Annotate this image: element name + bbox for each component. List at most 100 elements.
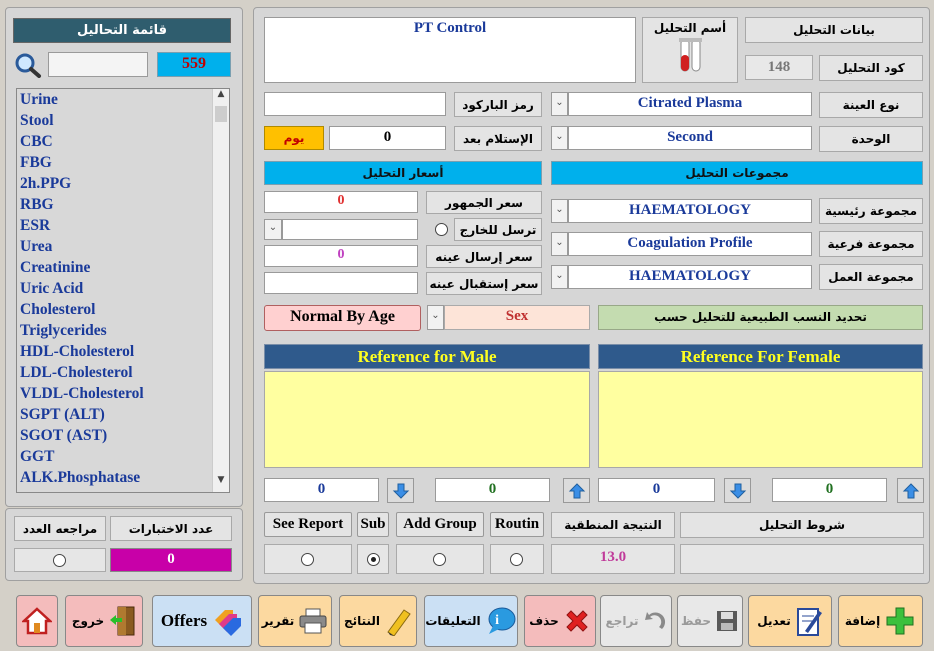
save-button[interactable]: حفظ (677, 595, 743, 647)
female-ref-left-input[interactable]: 0 (598, 478, 715, 502)
female-ref-up-icon[interactable] (897, 478, 924, 503)
list-item[interactable]: Cholesterol (17, 299, 213, 320)
scroll-up-icon[interactable]: ▲ (213, 89, 229, 106)
comments-button[interactable]: i التعليقات (424, 595, 518, 647)
send-out-dropdown-icon[interactable]: ⌄ (264, 219, 282, 240)
scroll-thumb[interactable] (215, 106, 227, 122)
send-out-radio[interactable] (435, 223, 448, 236)
add-group-radio[interactable] (433, 553, 446, 566)
work-group-dropdown-icon[interactable]: ⌄ (551, 265, 568, 289)
list-item[interactable]: HDL-Cholesterol (17, 341, 213, 362)
results-button[interactable]: النتائج (339, 595, 417, 647)
send-out-label: ترسل للخارج (454, 218, 542, 241)
receive-sample-price-input[interactable] (264, 272, 418, 294)
list-item[interactable]: Uric Acid (17, 278, 213, 299)
logical-result-value[interactable]: 13.0 (551, 544, 675, 574)
routin-radio[interactable] (510, 553, 523, 566)
work-group-field[interactable]: HAEMATOLOGY (568, 265, 812, 289)
test-code-value: 148 (745, 55, 813, 80)
exit-button[interactable]: خروج (65, 595, 143, 647)
male-reference-text[interactable] (264, 371, 590, 468)
list-item[interactable]: FBG (17, 152, 213, 173)
pencil-icon (387, 609, 411, 636)
sub-group-dropdown-icon[interactable]: ⌄ (551, 232, 568, 256)
main-group-field[interactable]: HAEMATOLOGY (568, 199, 812, 223)
add-label: إضافة (844, 614, 881, 628)
list-scrollbar[interactable]: ▲ ▼ (212, 89, 229, 492)
delete-button[interactable]: حذف (524, 595, 596, 647)
male-ref-up-icon[interactable] (563, 478, 590, 503)
comments-label: التعليقات (425, 614, 481, 628)
list-item[interactable]: SGOT (AST) (17, 425, 213, 446)
list-item[interactable]: Urea (17, 236, 213, 257)
list-item[interactable]: SGPT (ALT) (17, 404, 213, 425)
female-ref-down-icon[interactable] (724, 478, 751, 503)
save-disk-icon (717, 611, 738, 631)
list-item[interactable]: Triglycerides (17, 320, 213, 341)
list-item[interactable]: ALK.Phosphatase (17, 467, 213, 488)
list-item[interactable]: ESR (17, 215, 213, 236)
female-ref-right-input[interactable]: 0 (772, 478, 887, 502)
review-count-radio[interactable] (53, 554, 66, 567)
main-group-dropdown-icon[interactable]: ⌄ (551, 199, 568, 223)
send-sample-price-input[interactable]: 0 (264, 245, 418, 267)
review-count-label: مراجعه العدد (14, 516, 106, 541)
list-item[interactable]: VLDL-Cholesterol (17, 383, 213, 404)
save-label: حفظ (680, 614, 712, 628)
unit-field[interactable]: Second (568, 126, 812, 150)
printer-icon (299, 608, 327, 634)
undo-label: تراجع (605, 614, 639, 628)
add-button[interactable]: إضافة (838, 595, 923, 647)
tags-icon (215, 610, 242, 636)
list-item[interactable]: Stool (17, 110, 213, 131)
sample-type-dropdown-icon[interactable]: ⌄ (551, 92, 568, 116)
day-badge: يوم (264, 126, 324, 150)
search-input[interactable] (48, 52, 148, 77)
work-group-label: مجموعة العمل (819, 264, 923, 290)
conditions-field[interactable] (680, 544, 924, 574)
search-icon[interactable] (14, 52, 42, 78)
edit-notepad-icon (796, 608, 822, 636)
receive-after-input[interactable]: 0 (329, 126, 446, 150)
report-button[interactable]: تقرير (258, 595, 332, 647)
plus-icon (886, 607, 914, 635)
normal-by-age-button[interactable]: Normal By Age (264, 305, 421, 331)
male-ref-down-icon[interactable] (387, 478, 414, 503)
list-item[interactable]: GGT (17, 446, 213, 467)
barcode-input[interactable] (264, 92, 446, 116)
public-price-input[interactable]: 0 (264, 191, 418, 213)
list-item[interactable]: RBG (17, 194, 213, 215)
list-item[interactable]: 2h.PPG (17, 173, 213, 194)
barcode-label: رمز الباركود (454, 92, 542, 117)
send-out-input[interactable] (282, 219, 418, 240)
sub-group-field[interactable]: Coagulation Profile (568, 232, 812, 256)
offers-button[interactable]: Offers (152, 595, 252, 647)
male-ref-left-input[interactable]: 0 (264, 478, 379, 502)
test-name-field[interactable]: PT Control (264, 17, 636, 83)
list-item[interactable]: Urine (17, 89, 213, 110)
male-ref-right-input[interactable]: 0 (435, 478, 550, 502)
tests-list[interactable]: Urine Stool CBC FBG 2h.PPG RBG ESR Urea Creatini… (16, 88, 230, 493)
undo-button[interactable]: تراجع (600, 595, 672, 647)
normal-by-dropdown-icon[interactable]: ⌄ (427, 305, 444, 330)
test-name-label: أسم التحليل (642, 17, 738, 83)
see-report-radio[interactable] (301, 553, 314, 566)
sub-option[interactable]: Sub (357, 512, 389, 537)
list-item[interactable]: LDL-Cholesterol (17, 362, 213, 383)
unit-dropdown-icon[interactable]: ⌄ (551, 126, 568, 150)
sub-radio[interactable] (367, 553, 380, 566)
test-tubes-icon (679, 38, 702, 72)
test-code-label: كود التحليل (819, 55, 923, 81)
female-reference-text[interactable] (598, 371, 923, 468)
add-group-option[interactable]: Add Group (396, 512, 484, 537)
home-button[interactable] (16, 595, 58, 647)
see-report-option[interactable]: See Report (264, 512, 352, 537)
normal-by-field[interactable]: Sex (444, 305, 590, 330)
scroll-down-icon[interactable]: ▼ (213, 475, 229, 492)
list-item[interactable]: Creatinine (17, 257, 213, 278)
send-sample-price-label: سعر إرسال عينه (426, 245, 542, 268)
edit-button[interactable]: تعديل (748, 595, 832, 647)
sample-type-field[interactable]: Citrated Plasma (568, 92, 812, 116)
list-item[interactable]: CBC (17, 131, 213, 152)
routin-option[interactable]: Routin (490, 512, 544, 537)
